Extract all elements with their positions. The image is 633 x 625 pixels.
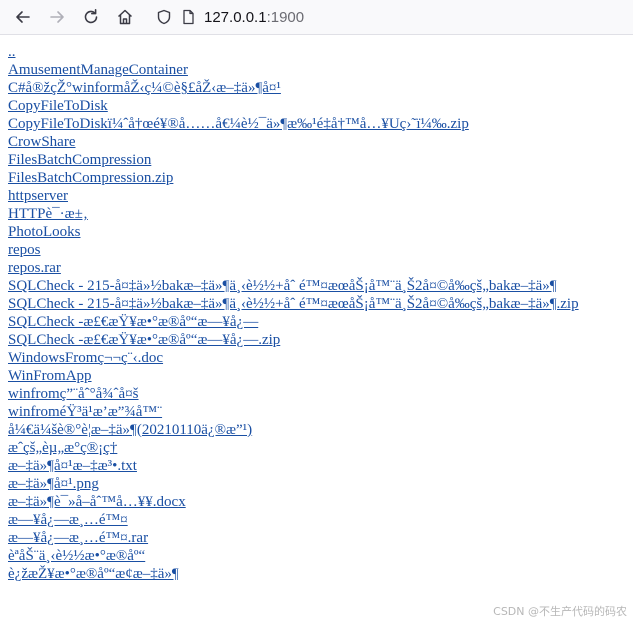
- file-link[interactable]: æ–‡ä»¶è¯»å–åˆ™å…¥¥.docx: [8, 493, 633, 511]
- arrow-left-icon: [16, 11, 30, 23]
- shield-icon[interactable]: [156, 9, 172, 25]
- file-link[interactable]: æ—¥å¿—æ¸…é™¤.rar: [8, 529, 633, 547]
- file-link[interactable]: PhotoLooks: [8, 223, 633, 241]
- file-link[interactable]: æ—¥å¿—æ¸…é™¤: [8, 511, 633, 529]
- file-link[interactable]: SQLCheck - 215-å¤‡ä»½bakæ–‡ä»¶ä¸‹è½½+åˆ …: [8, 277, 633, 295]
- file-link[interactable]: æˆçš„èµ„æ°ç®¡ç†: [8, 439, 633, 457]
- page-icon[interactable]: [180, 9, 196, 25]
- reload-icon: [84, 9, 98, 24]
- file-link[interactable]: æ–‡ä»¶å¤¹.png: [8, 475, 633, 493]
- back-button[interactable]: [8, 3, 38, 31]
- file-link[interactable]: HTTPè¯·æ±‚: [8, 205, 633, 223]
- home-button[interactable]: [110, 3, 140, 31]
- file-link[interactable]: CopyFileToDisk: [8, 97, 633, 115]
- file-link[interactable]: winfromç”¨åˆ°å¾ˆå¤š: [8, 385, 633, 403]
- forward-button[interactable]: [42, 3, 72, 31]
- file-link[interactable]: repos: [8, 241, 633, 259]
- csdn-watermark: CSDN @不生产代码的码农: [493, 605, 627, 618]
- file-link[interactable]: C#å®žçŽ°winformåŽ‹ç¼©è§£åŽ‹æ–‡ä»¶å¤¹: [8, 79, 633, 97]
- file-link[interactable]: CopyFileToDiskï¼ˆå†œé¥®å……å€¼è½¯ä»¶æ‰¹é‡…: [8, 115, 633, 133]
- url-port[interactable]: :1900: [267, 9, 305, 26]
- file-link[interactable]: httpserver: [8, 187, 633, 205]
- file-link[interactable]: repos.rar: [8, 259, 633, 277]
- url-host[interactable]: 127.0.0.1: [204, 9, 267, 26]
- file-link[interactable]: èªåŠ¨ä¸‹è½½æ•°æ®åº“: [8, 547, 633, 565]
- file-link[interactable]: FilesBatchCompression.zip: [8, 169, 633, 187]
- file-link[interactable]: SQLCheck -æ£€æŸ¥æ•°æ®åº“æ—¥å¿—: [8, 313, 633, 331]
- file-link[interactable]: FilesBatchCompression: [8, 151, 633, 169]
- browser-toolbar: 127.0.0.1:1900: [0, 0, 633, 35]
- reload-button[interactable]: [76, 3, 106, 31]
- file-link[interactable]: è¿žæŽ¥æ•°æ®åº“æ¢æ–‡ä»¶: [8, 565, 633, 583]
- file-link[interactable]: æ–‡ä»¶å¤¹æ–‡æ³•.txt: [8, 457, 633, 475]
- directory-listing: .. AmusementManageContainer C#å®žçŽ°winf…: [8, 43, 633, 583]
- home-icon: [117, 9, 133, 25]
- file-link[interactable]: WinFromApp: [8, 367, 633, 385]
- file-link[interactable]: winfroméŸ³ä¹æ’­æ”¾å™¨: [8, 403, 633, 421]
- file-link[interactable]: AmusementManageContainer: [8, 61, 633, 79]
- file-link[interactable]: SQLCheck - 215-å¤‡ä»½bakæ–‡ä»¶ä¸‹è½½+åˆ …: [8, 295, 633, 313]
- file-link[interactable]: WindowsFromç¬¬ç¨‹.doc: [8, 349, 633, 367]
- file-link[interactable]: CrowShare: [8, 133, 633, 151]
- file-link[interactable]: SQLCheck -æ£€æŸ¥æ•°æ®åº“æ—¥å¿—.zip: [8, 331, 633, 349]
- file-link[interactable]: å¼€ä¼šè®°è¦æ–‡ä»¶(20210110ä¿®æ”¹): [8, 421, 633, 439]
- parent-directory-link[interactable]: ..: [8, 43, 633, 61]
- address-bar[interactable]: 127.0.0.1:1900: [156, 3, 304, 31]
- arrow-right-icon: [50, 11, 64, 23]
